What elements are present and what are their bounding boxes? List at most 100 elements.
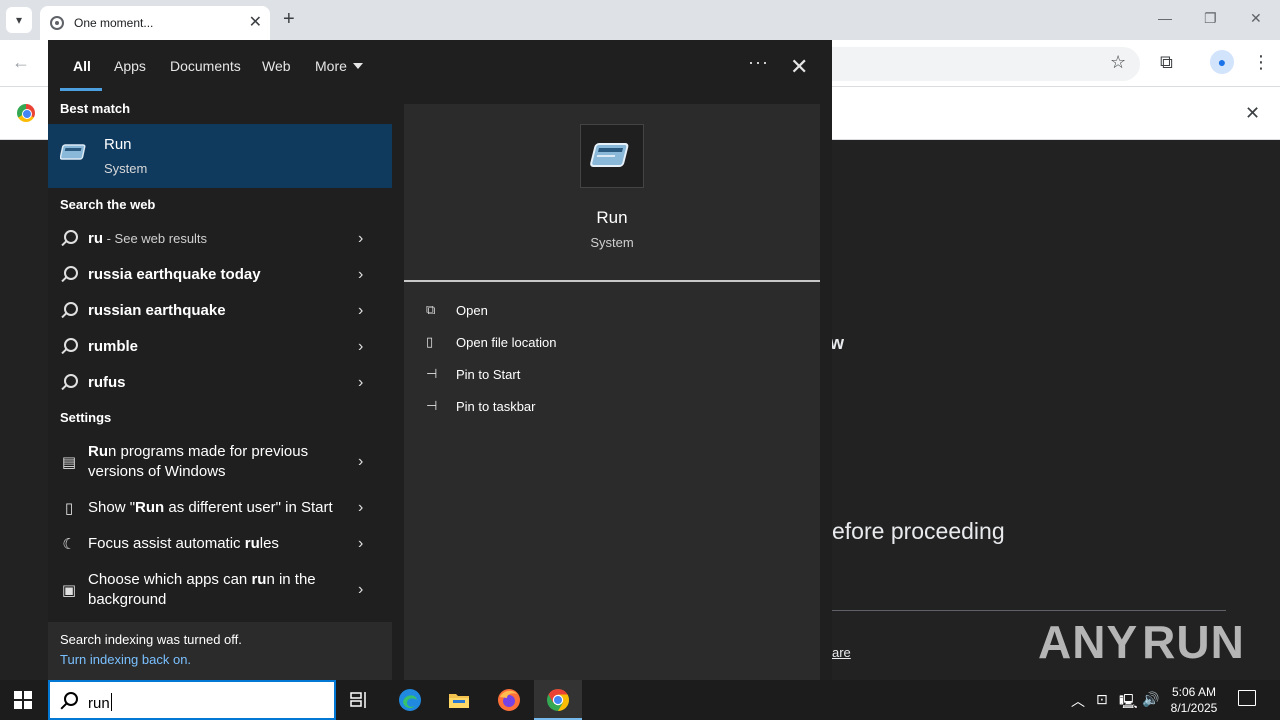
file-location-icon: ▯ xyxy=(426,334,434,349)
setting-focus-assist[interactable]: ☾ Focus assist automatic rules › xyxy=(48,526,392,562)
caret-down-icon xyxy=(352,63,363,69)
action-open[interactable]: ⧉ Open xyxy=(426,296,726,324)
search-icon xyxy=(60,302,78,320)
action-pin-to-taskbar[interactable]: ⊣ Pin to taskbar xyxy=(426,392,726,420)
setting-run-as-different-user[interactable]: ▯ Show "Run as different user" in Start … xyxy=(48,490,392,526)
taskbar-search-input[interactable]: run xyxy=(88,693,112,712)
chevron-up-icon[interactable]: ︿ xyxy=(1071,691,1085,711)
chevron-right-icon: › xyxy=(358,535,364,552)
chrome-icon xyxy=(547,689,569,711)
best-match-subtitle: System xyxy=(104,161,148,176)
run-app-icon xyxy=(60,144,86,160)
chrome-logo-icon xyxy=(17,104,35,122)
close-window-button[interactable]: ✕ xyxy=(1250,10,1262,27)
setting-label: Run programs made for previous versions … xyxy=(88,443,309,480)
search-web-heading: Search the web xyxy=(60,197,156,212)
firefox-icon[interactable] xyxy=(497,688,521,712)
action-pin-to-start[interactable]: ⊣ Pin to Start xyxy=(426,360,726,388)
active-tab-indicator xyxy=(60,88,102,91)
chevron-right-icon: › xyxy=(358,499,364,516)
volume-icon[interactable]: 🔊 xyxy=(1142,691,1159,708)
setting-background-apps[interactable]: ▣ Choose which apps can run in the backg… xyxy=(48,562,392,618)
tab-more-label: More xyxy=(315,58,347,74)
chevron-right-icon: › xyxy=(358,338,364,355)
setting-label: Focus assist automatic rules xyxy=(88,535,279,552)
compat-window-icon: ▤ xyxy=(61,454,77,471)
web-result-item[interactable]: russia earthquake today › xyxy=(48,257,392,293)
start-settings-icon: ▯ xyxy=(64,500,74,517)
search-filter-tabs: All Apps Documents Web More ··· ✕ xyxy=(48,40,832,92)
turn-indexing-on-link[interactable]: Turn indexing back on. xyxy=(60,652,191,667)
loading-icon xyxy=(50,16,64,30)
tab-title: One moment... xyxy=(74,16,154,30)
system-clock[interactable]: 5:06 AM 8/1/2025 xyxy=(1160,684,1228,716)
tab-documents[interactable]: Documents xyxy=(170,58,241,74)
run-icon xyxy=(590,143,629,167)
detail-title: Run xyxy=(596,208,628,227)
results-list: Best match Run System Search the web ru … xyxy=(48,92,392,680)
best-match-run[interactable]: Run System xyxy=(48,124,392,188)
clock-time: 5:06 AM xyxy=(1171,685,1217,699)
network-icon[interactable]: 🖳 xyxy=(1119,691,1138,715)
chevron-right-icon: › xyxy=(358,302,364,319)
chrome-taskbar-button[interactable] xyxy=(534,680,582,720)
tab-more[interactable]: More xyxy=(315,58,363,74)
moon-icon: ☾ xyxy=(62,536,76,553)
star-icon[interactable]: ☆ xyxy=(1110,52,1126,73)
profile-avatar[interactable]: ● xyxy=(1210,50,1234,74)
tab-search-button[interactable]: ▾ xyxy=(6,7,32,33)
setting-label: Show "Run as different user" in Start xyxy=(88,499,333,516)
extensions-icon[interactable]: ⧉ xyxy=(1160,52,1173,73)
action-label: Pin to taskbar xyxy=(456,398,536,414)
infobar-close-icon[interactable]: ✕ xyxy=(1245,103,1260,124)
chevron-right-icon: › xyxy=(358,266,364,283)
action-label: Open xyxy=(456,302,488,318)
browser-tab[interactable]: One moment... ✕ xyxy=(40,6,270,40)
web-result-item[interactable]: rumble › xyxy=(48,329,392,365)
detail-divider xyxy=(404,280,820,282)
edge-icon[interactable] xyxy=(398,688,422,712)
web-result-label: russia earthquake today xyxy=(88,266,261,283)
kebab-menu-icon[interactable]: ⋮ xyxy=(1252,52,1270,73)
search-icon xyxy=(60,374,78,392)
chevron-right-icon: › xyxy=(358,230,364,247)
minimize-button[interactable]: — xyxy=(1158,10,1172,26)
setting-label: Choose which apps can run in the backgro… xyxy=(88,571,316,608)
action-label: Open file location xyxy=(456,334,557,350)
search-icon xyxy=(60,230,78,248)
page-message-fragment: efore proceeding xyxy=(832,518,1005,544)
pin-icon: ⊣ xyxy=(426,398,438,413)
page-link-fragment[interactable]: are xyxy=(832,645,851,660)
anyrun-watermark-logo: ANY RUN xyxy=(1038,616,1245,668)
back-arrow-icon[interactable]: ← xyxy=(12,52,30,73)
tab-close-icon[interactable]: ✕ xyxy=(249,12,262,32)
restore-button[interactable]: ❐ xyxy=(1204,10,1217,27)
web-result-see-results[interactable]: ru - See web results › xyxy=(48,221,392,257)
web-result-item[interactable]: russian earthquake › xyxy=(48,293,392,329)
start-search-panel: All Apps Documents Web More ··· ✕ Best m… xyxy=(48,40,832,680)
windows-start-button[interactable] xyxy=(14,691,32,709)
open-icon: ⧉ xyxy=(426,302,436,317)
settings-heading: Settings xyxy=(60,410,112,425)
web-result-item[interactable]: rufus › xyxy=(48,365,392,401)
result-detail-pane: Run System ⧉ Open ▯ Open file location ⊣… xyxy=(404,104,820,680)
more-options-icon[interactable]: ··· xyxy=(748,52,769,73)
indexing-notice: Search indexing was turned off. Turn ind… xyxy=(48,622,392,680)
setting-compat-programs[interactable]: ▤ Run programs made for previous version… xyxy=(48,434,392,490)
search-icon xyxy=(60,338,78,356)
page-heading-fragment: w xyxy=(830,333,845,353)
best-match-title: Run xyxy=(104,136,132,153)
notification-center-icon[interactable] xyxy=(1238,690,1256,706)
taskbar-search-box[interactable]: run xyxy=(48,680,336,720)
close-search-icon[interactable]: ✕ xyxy=(790,54,808,80)
chevron-right-icon: › xyxy=(358,374,364,391)
chevron-right-icon: › xyxy=(358,581,364,598)
task-view-icon[interactable] xyxy=(348,688,372,712)
tab-apps[interactable]: Apps xyxy=(114,58,146,74)
file-explorer-icon[interactable] xyxy=(447,688,471,712)
meet-now-icon[interactable]: ⊡ xyxy=(1096,691,1108,708)
tab-web[interactable]: Web xyxy=(262,58,291,74)
new-tab-button[interactable]: + xyxy=(283,8,295,31)
action-open-file-location[interactable]: ▯ Open file location xyxy=(426,328,726,356)
tab-all[interactable]: All xyxy=(73,58,91,74)
